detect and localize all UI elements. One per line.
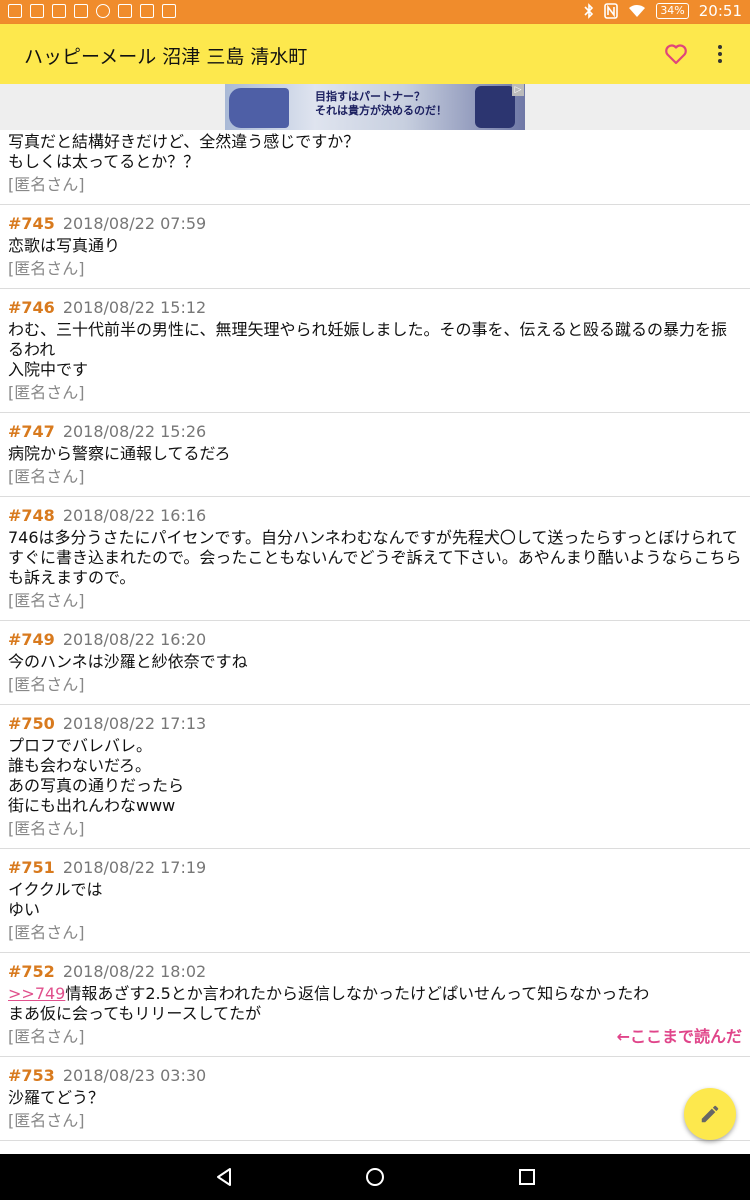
compose-button[interactable]: [684, 1088, 736, 1140]
post-author: [匿名さん]: [8, 819, 85, 838]
page-title: ハッピーメール 沼津 三島 清水町: [24, 46, 308, 68]
ad-banner[interactable]: 目指すはパートナー？ それは貴方が決めるのだ！: [225, 84, 525, 130]
post-body: 今のハンネは沙羅と紗依奈ですね: [8, 652, 248, 671]
post-date: 2018/08/22 15:12: [62, 298, 207, 317]
calendar-icon: [30, 4, 44, 18]
post-author: [匿名さん]: [8, 259, 85, 278]
post-body: イククルでは ゆい: [8, 880, 103, 919]
post-body: プロフでバレバレ。 誰も会わないだろ。 あの写真の通りだったら 街にも出れんわな…: [8, 736, 185, 815]
post-item: 写真だと結構好きだけど、全然違う感じですか？ もしくは太ってるとか？？ [匿名さ…: [0, 132, 750, 205]
clock: 20:51: [698, 2, 742, 20]
nfc-icon: [604, 3, 619, 19]
post-number[interactable]: #749: [8, 630, 55, 649]
ad-text: 目指すはパートナー？ それは貴方が決めるのだ！: [315, 90, 447, 117]
post-body: 病院から警察に通報してるだろ: [8, 444, 231, 463]
recents-icon: [519, 1169, 535, 1185]
notification-icon: [140, 4, 154, 18]
post-body: 恋歌は写真通り: [8, 236, 121, 255]
notification-icon: [74, 4, 88, 18]
post-number[interactable]: #751: [8, 858, 55, 877]
pencil-icon: [701, 1105, 719, 1123]
post-date: 2018/08/22 16:16: [62, 506, 207, 525]
post-date: 2018/08/22 17:13: [62, 714, 207, 733]
app-bar: ハッピーメール 沼津 三島 清水町: [0, 24, 750, 84]
post-number[interactable]: #750: [8, 714, 55, 733]
post-author: [匿名さん]: [8, 923, 85, 942]
navigation-bar: [0, 1154, 750, 1200]
mail-icon: [8, 4, 22, 18]
ad-robot-image: [475, 86, 515, 128]
post-item: #746 2018/08/22 15:12 わむ、三十代前半の男性に、無理矢理やら…: [0, 289, 750, 413]
notification-icon: [162, 4, 176, 18]
post-body: 746は多分うさたにパイセンです。自分ハンネわむなんですが先程犬〇して送ったらす…: [8, 528, 742, 587]
chat-icon: [96, 4, 110, 18]
quote-link[interactable]: >>749: [8, 984, 65, 1003]
notification-icon: [118, 4, 132, 18]
post-body: わむ、三十代前半の男性に、無理矢理やられ妊娠しました。その事を、伝えると殴る蹴る…: [8, 320, 728, 379]
read-marker: ←ここまで読んだ: [616, 1027, 742, 1046]
post-item: #753 2018/08/23 03:30 沙羅てどう？ [匿名さん]: [0, 1057, 750, 1141]
overflow-menu-icon[interactable]: [712, 42, 728, 66]
post-number[interactable]: #746: [8, 298, 55, 317]
post-number[interactable]: #752: [8, 962, 55, 981]
post-date: 2018/08/22 18:02: [62, 962, 207, 981]
back-icon: [217, 1168, 231, 1186]
post-author: [匿名さん]: [8, 1111, 85, 1130]
post-item: #747 2018/08/22 15:26 病院から警察に通報してるだろ [匿名さ…: [0, 413, 750, 497]
post-author: [匿名さん]: [8, 383, 85, 402]
post-author: [匿名さん]: [8, 675, 85, 694]
bluetooth-icon: [584, 3, 594, 19]
post-item: #745 2018/08/22 07:59 恋歌は写真通り [匿名さん]: [0, 205, 750, 289]
post-date: 2018/08/23 03:30: [62, 1066, 207, 1085]
post-number[interactable]: #753: [8, 1066, 55, 1085]
post-body: >>749情報あざす2.5とか言われたから返信しなかったけどぱいせんって知らなか…: [8, 984, 650, 1023]
post-author: [匿名さん]: [8, 591, 85, 610]
ad-info-icon[interactable]: ▷: [512, 84, 524, 96]
post-date: 2018/08/22 17:19: [62, 858, 207, 877]
battery-indicator: 34%: [656, 3, 689, 19]
post-date: 2018/08/22 15:26: [62, 422, 207, 441]
home-icon: [366, 1168, 384, 1186]
post-date: 2018/08/22 07:59: [62, 214, 207, 233]
post-number[interactable]: #747: [8, 422, 55, 441]
post-item: #749 2018/08/22 16:20 今のハンネは沙羅と紗依奈ですね [匿名…: [0, 621, 750, 705]
back-button[interactable]: [213, 1165, 237, 1189]
post-date: 2018/08/22 16:20: [62, 630, 207, 649]
post-item: #752 2018/08/22 18:02 >>749情報あざす2.5とか言われた…: [0, 953, 750, 1057]
notification-icons: [8, 4, 176, 18]
thread-list[interactable]: 写真だと結構好きだけど、全然違う感じですか？ もしくは太ってるとか？？ [匿名さ…: [0, 130, 750, 1154]
post-author: [匿名さん]: [8, 175, 85, 194]
post-item: #750 2018/08/22 17:13 プロフでバレバレ。 誰も会わないだろ。…: [0, 705, 750, 849]
heart-icon[interactable]: [664, 42, 688, 66]
post-body: 沙羅てどう？: [8, 1088, 105, 1107]
recents-button[interactable]: [515, 1165, 539, 1189]
post-item: #751 2018/08/22 17:19 イククルでは ゆい [匿名さん]: [0, 849, 750, 953]
post-body: 写真だと結構好きだけど、全然違う感じですか？ もしくは太ってるとか？？: [8, 132, 360, 171]
wifi-icon: [629, 4, 646, 17]
notification-icon: [52, 4, 66, 18]
post-author: [匿名さん]: [8, 467, 85, 486]
ad-strip: 目指すはパートナー？ それは貴方が決めるのだ！ ▷: [0, 84, 750, 130]
status-bar: 34% 20:51: [0, 0, 750, 24]
post-number[interactable]: #745: [8, 214, 55, 233]
post-number[interactable]: #748: [8, 506, 55, 525]
post-item: #748 2018/08/22 16:16 746は多分うさたにパイセンです。自分…: [0, 497, 750, 621]
ad-character-image: [229, 88, 289, 128]
home-button[interactable]: [363, 1165, 387, 1189]
